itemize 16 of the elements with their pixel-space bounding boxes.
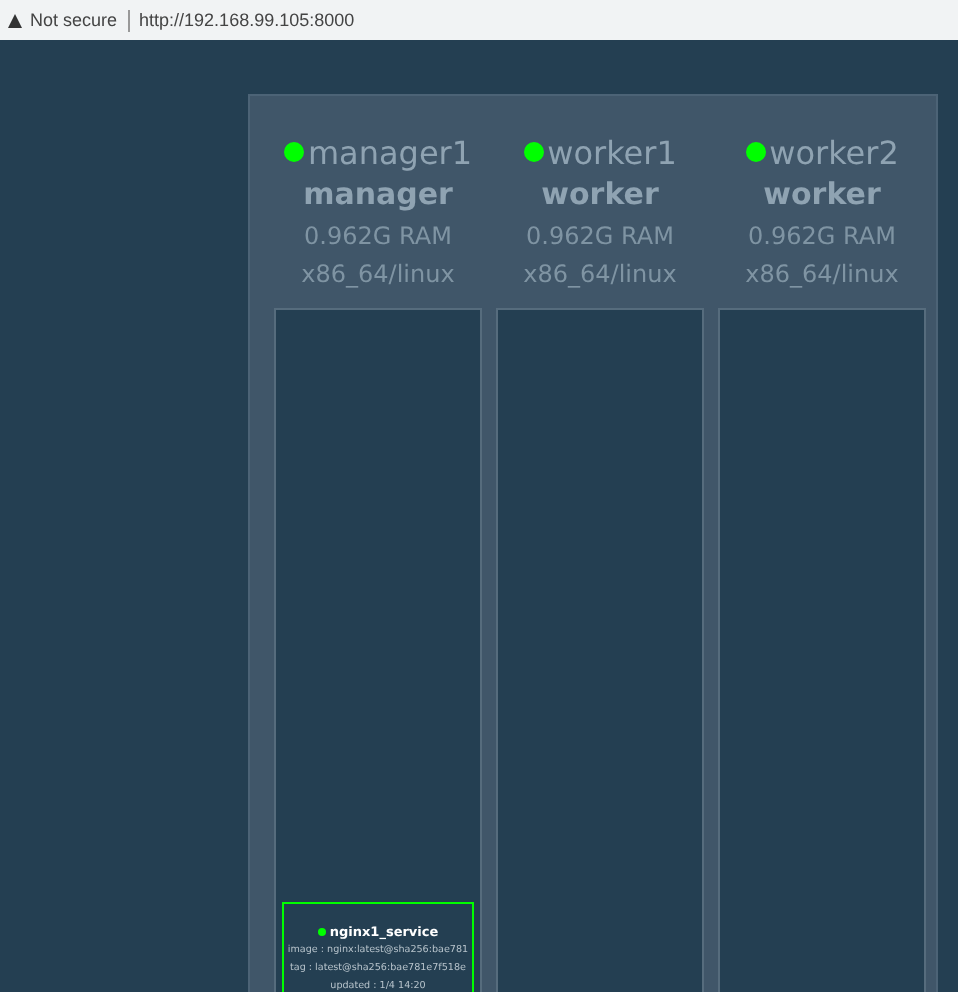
node-role: worker xyxy=(763,176,881,212)
node-name: manager1 xyxy=(307,133,473,171)
node-ram: 0.962G RAM xyxy=(526,222,674,250)
url-text[interactable]: http://192.168.99.105:8000 xyxy=(139,10,355,30)
node-role: worker xyxy=(541,176,659,212)
node-name: worker1 xyxy=(547,133,677,171)
node-platform: x86_64/linux xyxy=(745,260,899,288)
status-dot xyxy=(317,928,326,936)
node-role: manager xyxy=(303,176,453,212)
node-ram: 0.962G RAM xyxy=(748,222,896,250)
warning-icon xyxy=(8,13,22,27)
node-name: worker2 xyxy=(769,133,899,171)
security-label: Not secure xyxy=(30,10,118,30)
node-platform: x86_64/linux xyxy=(523,260,677,288)
node-ram: 0.962G RAM xyxy=(304,222,452,250)
node-platform: x86_64/linux xyxy=(301,260,455,288)
